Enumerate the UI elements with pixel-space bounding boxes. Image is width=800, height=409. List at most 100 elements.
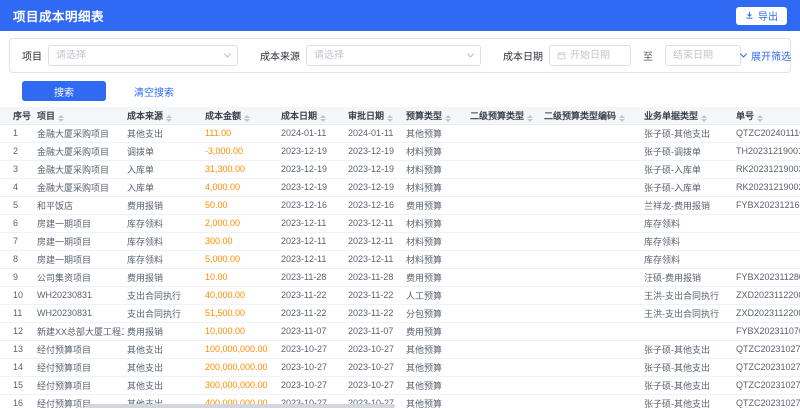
table-cell: FYBX20231107001 <box>733 322 800 341</box>
table-cell: 金融大厦采购项目 <box>34 142 124 161</box>
cost-source-select-input[interactable] <box>314 50 463 61</box>
sort-icon[interactable] <box>445 114 452 122</box>
table-cell <box>733 250 800 269</box>
table-cell: 111.00 <box>202 124 278 143</box>
filter-bar: 项目 成本来源 成本日期 至 展开筛选 <box>9 38 791 73</box>
sort-icon[interactable] <box>527 114 534 122</box>
table-cell: 7 <box>0 232 34 251</box>
column-header[interactable]: 成本金额 <box>202 107 278 125</box>
table-cell: 金融大厦采购项目 <box>34 124 124 143</box>
table-row: 4 金融大厦采购项目 入库单 4,000.00 2023-12-19 2023-12-19… <box>0 178 800 197</box>
action-bar: 搜索 清空搜索 <box>9 81 791 101</box>
table-cell: 王洪-支出合同执行 <box>641 304 733 323</box>
end-date-input-box[interactable] <box>665 45 741 66</box>
column-header-label: 成本日期 <box>281 110 318 121</box>
search-button[interactable]: 搜索 <box>22 81 106 101</box>
table-cell: 300,000,000.00 <box>202 376 278 395</box>
table-cell: 2024-01-11 <box>345 124 403 143</box>
table-row: 14 经付预算项目 其他支出 200,000,000.00 2023-10-27 2023… <box>0 358 800 377</box>
table-cell: 材料预算 <box>403 250 467 269</box>
table-cell: 和平饭店 <box>34 196 124 215</box>
table-cell: 其他支出 <box>124 358 202 377</box>
table-cell <box>541 214 641 233</box>
table-cell: 费用报销 <box>124 322 202 341</box>
sort-icon[interactable] <box>387 114 394 122</box>
table-cell: 材料预算 <box>403 232 467 251</box>
table-cell: 库存领料 <box>641 214 733 233</box>
table-cell: 100,000,000.00 <box>202 340 278 359</box>
sort-icon[interactable] <box>757 114 764 122</box>
start-date-input[interactable] <box>570 50 623 61</box>
column-header[interactable]: 业务单据类型 <box>641 107 733 125</box>
table-cell: 6 <box>0 214 34 233</box>
table-cell: 5 <box>0 196 34 215</box>
start-date-input-box[interactable] <box>549 45 631 66</box>
table-cell: 库存领料 <box>124 214 202 233</box>
table-cell <box>467 286 541 305</box>
table-cell: 材料预算 <box>403 178 467 197</box>
table-cell: WH20230831 <box>34 304 124 323</box>
table-cell: ZXD20231122001 <box>733 304 800 323</box>
export-button[interactable]: 导出 <box>736 6 787 25</box>
table-cell: 200,000,000.00 <box>202 358 278 377</box>
page-header: 项目成本明细表 导出 <box>0 0 800 31</box>
table-cell: 其他预算 <box>403 340 467 359</box>
sort-icon[interactable] <box>58 114 65 122</box>
column-header[interactable]: 审批日期 <box>345 107 403 125</box>
table-cell: 分包预算 <box>403 304 467 323</box>
table-cell: 2023-10-27 <box>345 340 403 359</box>
table-cell: 库存领料 <box>124 250 202 269</box>
column-header[interactable]: 二级预算类型 <box>467 107 541 125</box>
cost-date-filter-label: 成本日期 <box>503 52 543 63</box>
table-cell <box>541 358 641 377</box>
table-row: 10 WH20230831 支出合同执行 40,000.00 2023-11-22 202… <box>0 286 800 305</box>
table-cell: 房建一期项目 <box>34 250 124 269</box>
column-header[interactable]: 单号 <box>733 107 800 125</box>
table-cell: 31,300.00 <box>202 160 278 179</box>
expand-filter-link[interactable]: 展开筛选 <box>739 48 791 63</box>
column-header[interactable]: 序号 <box>0 107 34 125</box>
table-cell: 11 <box>0 304 34 323</box>
table-cell <box>733 232 800 251</box>
sort-icon[interactable] <box>166 114 173 122</box>
table-cell <box>541 250 641 269</box>
sort-icon[interactable] <box>619 114 626 122</box>
table-cell: 9 <box>0 268 34 287</box>
cost-source-select[interactable] <box>306 45 481 66</box>
sort-icon[interactable] <box>701 114 708 122</box>
table-cell: 2024-01-11 <box>278 124 345 143</box>
sort-icon[interactable] <box>244 114 251 122</box>
table-cell: 14 <box>0 358 34 377</box>
column-header[interactable]: 预算类型 <box>403 107 467 125</box>
table-cell: 1 <box>0 124 34 143</box>
table-cell: QTZC20231027002 <box>733 358 800 377</box>
table-cell: 其他预算 <box>403 376 467 395</box>
table-row: 5 和平饭店 费用报销 50.00 2023-12-16 2023-12-16 费用预算 兰祥… <box>0 196 800 215</box>
column-header[interactable]: 项目 <box>34 107 124 125</box>
project-filter-label: 项目 <box>22 52 42 63</box>
project-filter: 项目 <box>22 45 238 66</box>
scrollbar-thumb[interactable] <box>88 404 395 408</box>
project-select-input[interactable] <box>56 50 220 61</box>
end-date-input[interactable] <box>673 50 733 61</box>
table-cell: 金融大厦采购项目 <box>34 160 124 179</box>
clear-search-button[interactable]: 清空搜索 <box>122 81 186 101</box>
column-header[interactable]: 二级预算类型编码 <box>541 107 641 125</box>
table-cell <box>467 358 541 377</box>
table-cell: 支出合同执行 <box>124 304 202 323</box>
table-cell: WH20230831 <box>34 286 124 305</box>
horizontal-scrollbar[interactable] <box>0 403 800 409</box>
table-cell: 支出合同执行 <box>124 286 202 305</box>
column-header-label: 业务单据类型 <box>644 110 699 121</box>
column-header[interactable]: 成本日期 <box>278 107 345 125</box>
table-cell: 张子硕-其他支出 <box>641 358 733 377</box>
table-cell: 材料预算 <box>403 142 467 161</box>
sort-icon[interactable] <box>320 114 327 122</box>
table-cell: 2023-11-22 <box>345 286 403 305</box>
table-cell: 房建一期项目 <box>34 232 124 251</box>
project-select[interactable] <box>48 45 238 66</box>
column-header[interactable]: 成本来源 <box>124 107 202 125</box>
table-cell <box>467 250 541 269</box>
table-cell: 张子硕-其他支出 <box>641 376 733 395</box>
column-header-label: 单号 <box>736 110 755 121</box>
